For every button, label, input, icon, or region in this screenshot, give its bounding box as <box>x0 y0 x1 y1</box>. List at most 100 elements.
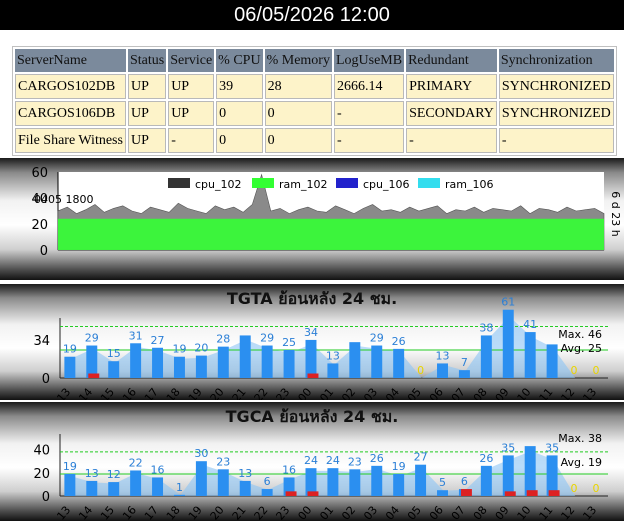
table-row: CARGOS102DB UP UP 39 28 2666.14 PRIMARY SYNCHRO… <box>15 74 614 99</box>
column-header: Synchronization <box>498 49 614 72</box>
tgca-chart: TGCA ย้อนหลัง 24 ชม.40200191313141215221… <box>0 402 624 523</box>
legend-label: cpu_102 <box>195 178 242 191</box>
data-label: 38 <box>479 321 493 334</box>
table-cell: SECONDARY <box>406 101 497 126</box>
server-status-table: ServerName Status Service% CPU% Memory LogU… <box>12 46 617 156</box>
data-label: 0 <box>417 364 424 377</box>
data-label: 0 <box>571 482 578 495</box>
data-label: 0 <box>592 364 599 377</box>
chart-title: TGTA ย้อนหลัง 24 ชม. <box>227 289 397 308</box>
data-label: 16 <box>151 463 165 476</box>
data-label: 25 <box>282 336 296 349</box>
table-cell: - <box>168 128 215 153</box>
data-label: 15 <box>107 347 121 360</box>
bar-blue <box>349 469 361 496</box>
column-header: Status <box>127 49 167 72</box>
data-label: 35 <box>501 441 515 454</box>
y-tick-label: 0 <box>42 372 50 387</box>
bar-blue <box>305 339 317 378</box>
column-header: % Memory <box>264 49 332 72</box>
overlay-label: 0405 1800 <box>34 193 94 206</box>
data-label: 30 <box>194 447 208 460</box>
data-label: 23 <box>216 455 230 468</box>
bar-blue <box>393 348 405 378</box>
data-label: 7 <box>461 356 468 369</box>
tgta-panel: TGTA ย้อนหลัง 24 ชม. 34 0 19 13 29 14 15 15 31 16 2… <box>0 284 624 405</box>
table-cell: 28 <box>264 74 332 99</box>
bar-blue <box>502 455 514 496</box>
table-body: CARGOS102DB UP UP 39 28 2666.14 PRIMARY SYNCHRO… <box>15 74 614 153</box>
table-cell: 0 <box>264 101 332 126</box>
table-cell: 2666.14 <box>333 74 405 99</box>
y-tick-label: 20 <box>31 218 48 233</box>
table-cell: CARGOS102DB <box>15 74 126 99</box>
legend-swatch <box>168 178 190 188</box>
y-tick-label: 40 <box>33 444 50 459</box>
data-label: 12 <box>107 468 121 481</box>
bar-blue <box>524 332 536 378</box>
tgca-panel: TGCA ย้อนหลัง 24 ชม. 40 20 0 19 13 13 14 12 15 22 1… <box>0 402 624 523</box>
data-label: 61 <box>501 296 515 309</box>
table-row: File Share Witness UP -0 0- - - <box>15 128 614 153</box>
table-cell: PRIMARY <box>406 74 497 99</box>
bar-red <box>460 489 472 496</box>
data-label: 19 <box>392 460 406 473</box>
data-label: 13 <box>85 467 99 480</box>
y-tick-label: 0 <box>40 244 48 259</box>
bar-blue <box>327 363 339 378</box>
avg-label: Avg. 25 <box>561 342 602 355</box>
table-cell: UP <box>127 128 167 153</box>
bar-blue <box>152 477 164 496</box>
bar-blue <box>86 345 98 378</box>
bar-blue <box>217 346 229 378</box>
table-row: CARGOS106DB UP UP 0 0- SECONDARY SYNCHRONIZED <box>15 101 614 126</box>
column-header: LogUseMB <box>333 49 405 72</box>
data-label: 27 <box>414 451 428 464</box>
resource-usage-chart: 6040200cpu_102 ram_102 cpu_106 ram_1060405 … <box>0 158 624 280</box>
data-label: 24 <box>326 454 340 467</box>
bar-blue <box>86 480 98 496</box>
data-label: 29 <box>85 332 99 345</box>
bar-red <box>88 373 100 378</box>
bar-blue <box>437 490 448 496</box>
bar-blue <box>415 464 427 496</box>
data-label: 34 <box>304 326 318 339</box>
chart-title: TGCA ย้อนหลัง 24 ชม. <box>226 407 399 426</box>
bar-blue <box>546 344 558 378</box>
data-label: 13 <box>436 349 450 362</box>
table-cell: 0 <box>264 128 332 153</box>
data-label: 35 <box>545 441 559 454</box>
data-label: 29 <box>370 332 384 345</box>
column-header: % CPU <box>216 49 263 72</box>
tgta-chart: TGTA ย้อนหลัง 24 ชม.34019132914151531162… <box>0 284 624 405</box>
bar-blue <box>327 468 339 496</box>
data-label: 1 <box>176 481 183 494</box>
bar-blue <box>108 361 120 378</box>
bar-blue <box>480 465 492 496</box>
y-tick-label: 34 <box>33 334 50 349</box>
table-cell: UP <box>168 101 215 126</box>
bar-blue <box>524 446 536 496</box>
data-label: 31 <box>129 329 143 342</box>
table-cell: UP <box>127 101 167 126</box>
table-cell: SYNCHRONIZED <box>498 74 614 99</box>
bar-red <box>548 490 560 496</box>
bar-blue <box>261 489 273 496</box>
data-label: 23 <box>348 455 362 468</box>
column-header: ServerName <box>15 49 126 72</box>
bar-blue <box>64 356 76 378</box>
page-title: 06/05/2026 12:00 <box>0 0 624 30</box>
bar-blue <box>261 345 273 378</box>
table-cell: File Share Witness <box>15 128 126 153</box>
table-cell: 39 <box>216 74 263 99</box>
bar-blue <box>195 355 207 378</box>
bar-red <box>307 491 319 496</box>
bar-blue <box>239 480 251 496</box>
legend-label: cpu_106 <box>363 178 410 191</box>
bar-blue <box>130 343 142 378</box>
y-tick-label: 20 <box>33 467 50 482</box>
data-label: 0 <box>592 482 599 495</box>
bar-blue <box>393 473 405 496</box>
table-cell: - <box>333 128 405 153</box>
max-label: Max. 46 <box>558 328 602 341</box>
